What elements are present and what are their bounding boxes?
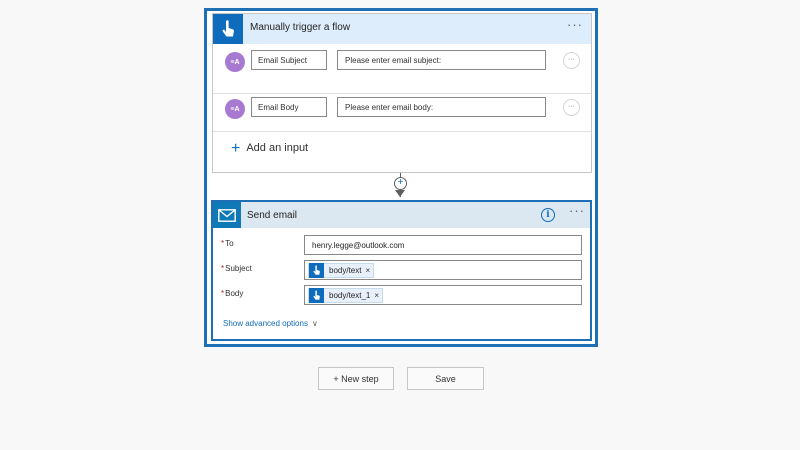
to-field[interactable]: henry.legge@outlook.com bbox=[304, 235, 582, 255]
hand-pointer-icon bbox=[309, 288, 324, 303]
dynamic-content-token[interactable]: body/text_1 × bbox=[308, 288, 384, 303]
dynamic-content-token[interactable]: body/text × bbox=[308, 263, 375, 278]
add-input-label: Add an input bbox=[246, 142, 309, 154]
send-email-menu-icon[interactable]: ··· bbox=[569, 204, 585, 217]
hand-pointer-icon bbox=[213, 14, 243, 44]
trigger-menu-icon[interactable]: ··· bbox=[567, 18, 583, 31]
input-description-field[interactable]: Please enter email body: bbox=[337, 97, 546, 117]
trigger-title: Manually trigger a flow bbox=[250, 22, 351, 33]
trigger-card[interactable]: Manually trigger a flow ··· ≡A Email Sub… bbox=[212, 13, 592, 173]
body-label: *Body bbox=[221, 289, 243, 298]
to-label-text: To bbox=[225, 239, 234, 248]
send-email-header[interactable]: Send email i ··· bbox=[213, 202, 590, 228]
remove-token-icon[interactable]: × bbox=[365, 266, 370, 275]
subject-field[interactable]: body/text × bbox=[304, 260, 582, 280]
trigger-header[interactable]: Manually trigger a flow ··· bbox=[213, 14, 591, 44]
advanced-options-label: Show advanced options bbox=[223, 319, 308, 328]
show-advanced-options-link[interactable]: Show advanced options ∨ bbox=[223, 319, 318, 328]
body-field[interactable]: body/text_1 × bbox=[304, 285, 582, 305]
input-menu-icon[interactable]: ··· bbox=[563, 99, 580, 116]
chevron-down-icon: ∨ bbox=[311, 319, 318, 328]
text-input-icon: ≡A bbox=[225, 99, 245, 119]
to-label: *To bbox=[221, 239, 234, 248]
trigger-input-row: ≡A Email Body Please enter email body: ·… bbox=[213, 94, 591, 132]
required-marker: * bbox=[221, 239, 225, 248]
info-icon[interactable]: i bbox=[541, 208, 555, 222]
add-input-button[interactable]: + Add an input bbox=[231, 139, 309, 157]
insert-step-icon[interactable]: + bbox=[394, 177, 407, 190]
required-marker: * bbox=[221, 289, 225, 298]
send-email-title: Send email bbox=[247, 210, 298, 221]
plus-icon: + bbox=[231, 139, 241, 157]
envelope-icon bbox=[213, 202, 241, 228]
hand-pointer-icon bbox=[309, 263, 324, 278]
input-name-field[interactable]: Email Subject bbox=[251, 50, 327, 70]
flow-canvas-selection: Manually trigger a flow ··· ≡A Email Sub… bbox=[204, 8, 598, 347]
remove-token-icon[interactable]: × bbox=[374, 291, 379, 300]
text-input-icon: ≡A bbox=[225, 52, 245, 72]
input-name-field[interactable]: Email Body bbox=[251, 97, 327, 117]
new-step-button[interactable]: + New step bbox=[318, 367, 394, 390]
token-label: body/text_1 bbox=[329, 291, 371, 300]
send-email-card[interactable]: Send email i ··· *To henry.legge@outlook… bbox=[211, 200, 592, 341]
input-description-field[interactable]: Please enter email subject: bbox=[337, 50, 546, 70]
arrow-down-icon bbox=[395, 190, 405, 197]
token-label: body/text bbox=[329, 266, 362, 275]
subject-label-text: Subject bbox=[225, 264, 252, 273]
body-label-text: Body bbox=[225, 289, 244, 298]
trigger-input-row: ≡A Email Subject Please enter email subj… bbox=[213, 44, 591, 94]
save-button[interactable]: Save bbox=[407, 367, 484, 390]
required-marker: * bbox=[221, 264, 225, 273]
input-menu-icon[interactable]: ··· bbox=[563, 52, 580, 69]
subject-label: *Subject bbox=[221, 264, 252, 273]
